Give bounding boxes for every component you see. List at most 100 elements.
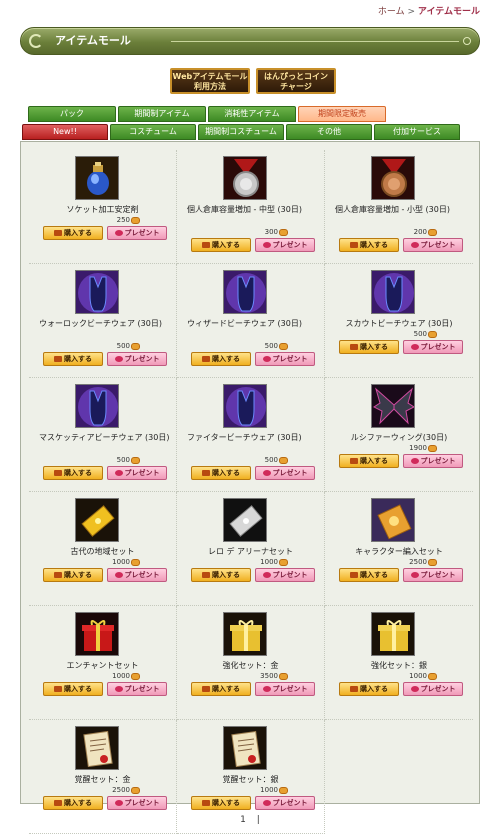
present-button-label: プレゼント	[420, 241, 456, 249]
ribbon-icon	[114, 356, 123, 362]
page-number-current[interactable]: 1	[240, 815, 246, 825]
tab-pack[interactable]: パック	[28, 106, 116, 122]
buy-button-label: 購入する	[360, 457, 388, 465]
present-button[interactable]: プレゼント	[255, 352, 315, 366]
buy-button[interactable]: 購入する	[191, 682, 251, 696]
tab-timed-costume[interactable]: 期間制コスチューム	[198, 124, 284, 140]
item-card: エンチャントセット 1000 購入する プレゼント	[29, 606, 177, 720]
gold-gift-icon[interactable]	[223, 612, 267, 656]
cart-icon	[202, 800, 210, 806]
ribbon-icon	[410, 572, 419, 578]
present-button[interactable]: プレゼント	[107, 682, 167, 696]
present-button-label: プレゼント	[420, 457, 456, 465]
present-button[interactable]: プレゼント	[403, 682, 463, 696]
wings-icon[interactable]	[371, 384, 415, 428]
tab-consumables[interactable]: 消耗性アイテム	[208, 106, 296, 122]
buy-button-label: 購入する	[212, 469, 240, 477]
coin-charge-button[interactable]: はんぴっとコイン チャージ	[256, 68, 336, 94]
item-name: ウィザードビーチウェア (30日)	[187, 319, 302, 328]
tab-limited-sale[interactable]: 期間限定販売	[298, 106, 386, 122]
buy-button[interactable]: 購入する	[43, 352, 103, 366]
silver-ticket-icon[interactable]	[223, 498, 267, 542]
coin-icon	[279, 456, 288, 464]
gold-ticket-icon[interactable]	[75, 498, 119, 542]
coin-icon	[428, 330, 437, 338]
coin-icon	[131, 216, 140, 224]
card-icon[interactable]	[371, 498, 415, 542]
present-button[interactable]: プレゼント	[403, 340, 463, 354]
scroll-icon[interactable]	[223, 726, 267, 770]
cart-icon	[350, 242, 358, 248]
present-button[interactable]: プレゼント	[255, 796, 315, 810]
item-card: 強化セット：金 3500 購入する プレゼント	[177, 606, 325, 720]
buy-button[interactable]: 購入する	[339, 340, 399, 354]
potion-icon[interactable]	[75, 156, 119, 200]
cart-icon	[202, 470, 210, 476]
cart-icon	[202, 356, 210, 362]
buy-button[interactable]: 購入する	[191, 568, 251, 582]
buy-button[interactable]: 購入する	[43, 796, 103, 810]
buy-button[interactable]: 購入する	[191, 466, 251, 480]
item-name: キャラクター編入セット	[355, 547, 443, 556]
item-name: 個人倉庫容量増加 - 中型 (30日)	[187, 205, 302, 214]
buy-button[interactable]: 購入する	[43, 466, 103, 480]
tab-costume[interactable]: コスチューム	[110, 124, 196, 140]
item-list-panel: ソケット加工安定剤 250 購入する プレゼント 個人倉庫容量増加 - 中型 (30日)…	[20, 141, 480, 834]
buy-button[interactable]: 購入する	[339, 454, 399, 468]
present-button[interactable]: プレゼント	[255, 466, 315, 480]
present-button[interactable]: プレゼント	[107, 352, 167, 366]
item-price-value: 1900	[409, 444, 427, 452]
red-gift-icon[interactable]	[75, 612, 119, 656]
item-card: ウォーロックビーチウェア (30日) 500 購入する プレゼント	[29, 264, 177, 378]
web-itemmall-guide-button[interactable]: Webアイテムモール 利用方法	[170, 68, 250, 94]
present-button[interactable]: プレゼント	[107, 796, 167, 810]
present-button[interactable]: プレゼント	[403, 238, 463, 252]
item-price-value: 500	[116, 342, 130, 350]
present-button-label: プレゼント	[124, 229, 160, 237]
bronze-medal-icon[interactable]	[371, 156, 415, 200]
buy-button[interactable]: 購入する	[191, 352, 251, 366]
breadcrumb-home-link[interactable]: ホーム	[378, 7, 405, 17]
present-button-label: プレゼント	[272, 469, 308, 477]
present-button-label: プレゼント	[272, 355, 308, 363]
present-button[interactable]: プレゼント	[403, 568, 463, 582]
buy-button[interactable]: 購入する	[43, 226, 103, 240]
swimsuit-icon[interactable]	[75, 270, 119, 314]
present-button[interactable]: プレゼント	[107, 226, 167, 240]
ribbon-icon	[114, 686, 123, 692]
present-button-label: プレゼント	[124, 571, 160, 579]
present-button[interactable]: プレゼント	[403, 454, 463, 468]
buy-button[interactable]: 購入する	[339, 682, 399, 696]
buy-button[interactable]: 購入する	[43, 682, 103, 696]
buy-button-label: 購入する	[360, 241, 388, 249]
scroll-icon[interactable]	[75, 726, 119, 770]
breadcrumb: ホーム > アイテムモール	[378, 4, 480, 17]
swimsuit-icon[interactable]	[371, 270, 415, 314]
swimsuit-icon[interactable]	[223, 384, 267, 428]
buy-button[interactable]: 購入する	[339, 238, 399, 252]
buy-button[interactable]: 購入する	[43, 568, 103, 582]
tab-timed-items[interactable]: 期間制アイテム	[118, 106, 206, 122]
present-button[interactable]: プレゼント	[255, 238, 315, 252]
tab-new[interactable]: New!!	[22, 124, 108, 140]
gold-gift-icon[interactable]	[371, 612, 415, 656]
present-button[interactable]: プレゼント	[107, 466, 167, 480]
silver-medal-icon[interactable]	[223, 156, 267, 200]
present-button[interactable]: プレゼント	[107, 568, 167, 582]
present-button[interactable]: プレゼント	[255, 682, 315, 696]
item-price-value: 300	[264, 228, 278, 236]
tab-addon-service[interactable]: 付加サービス	[374, 124, 460, 140]
item-price: 1900	[409, 444, 437, 452]
title-ornament-icon	[29, 34, 43, 48]
buy-button[interactable]: 購入する	[191, 796, 251, 810]
swimsuit-icon[interactable]	[223, 270, 267, 314]
item-actions: 購入する プレゼント	[43, 352, 167, 366]
item-actions: 購入する プレゼント	[43, 796, 167, 810]
buy-button[interactable]: 購入する	[339, 568, 399, 582]
item-name: マスケッティアビーチウェア (30日)	[39, 433, 170, 442]
present-button[interactable]: プレゼント	[255, 568, 315, 582]
tab-other[interactable]: その他	[286, 124, 372, 140]
swimsuit-icon[interactable]	[75, 384, 119, 428]
cart-icon	[54, 470, 62, 476]
buy-button[interactable]: 購入する	[191, 238, 251, 252]
